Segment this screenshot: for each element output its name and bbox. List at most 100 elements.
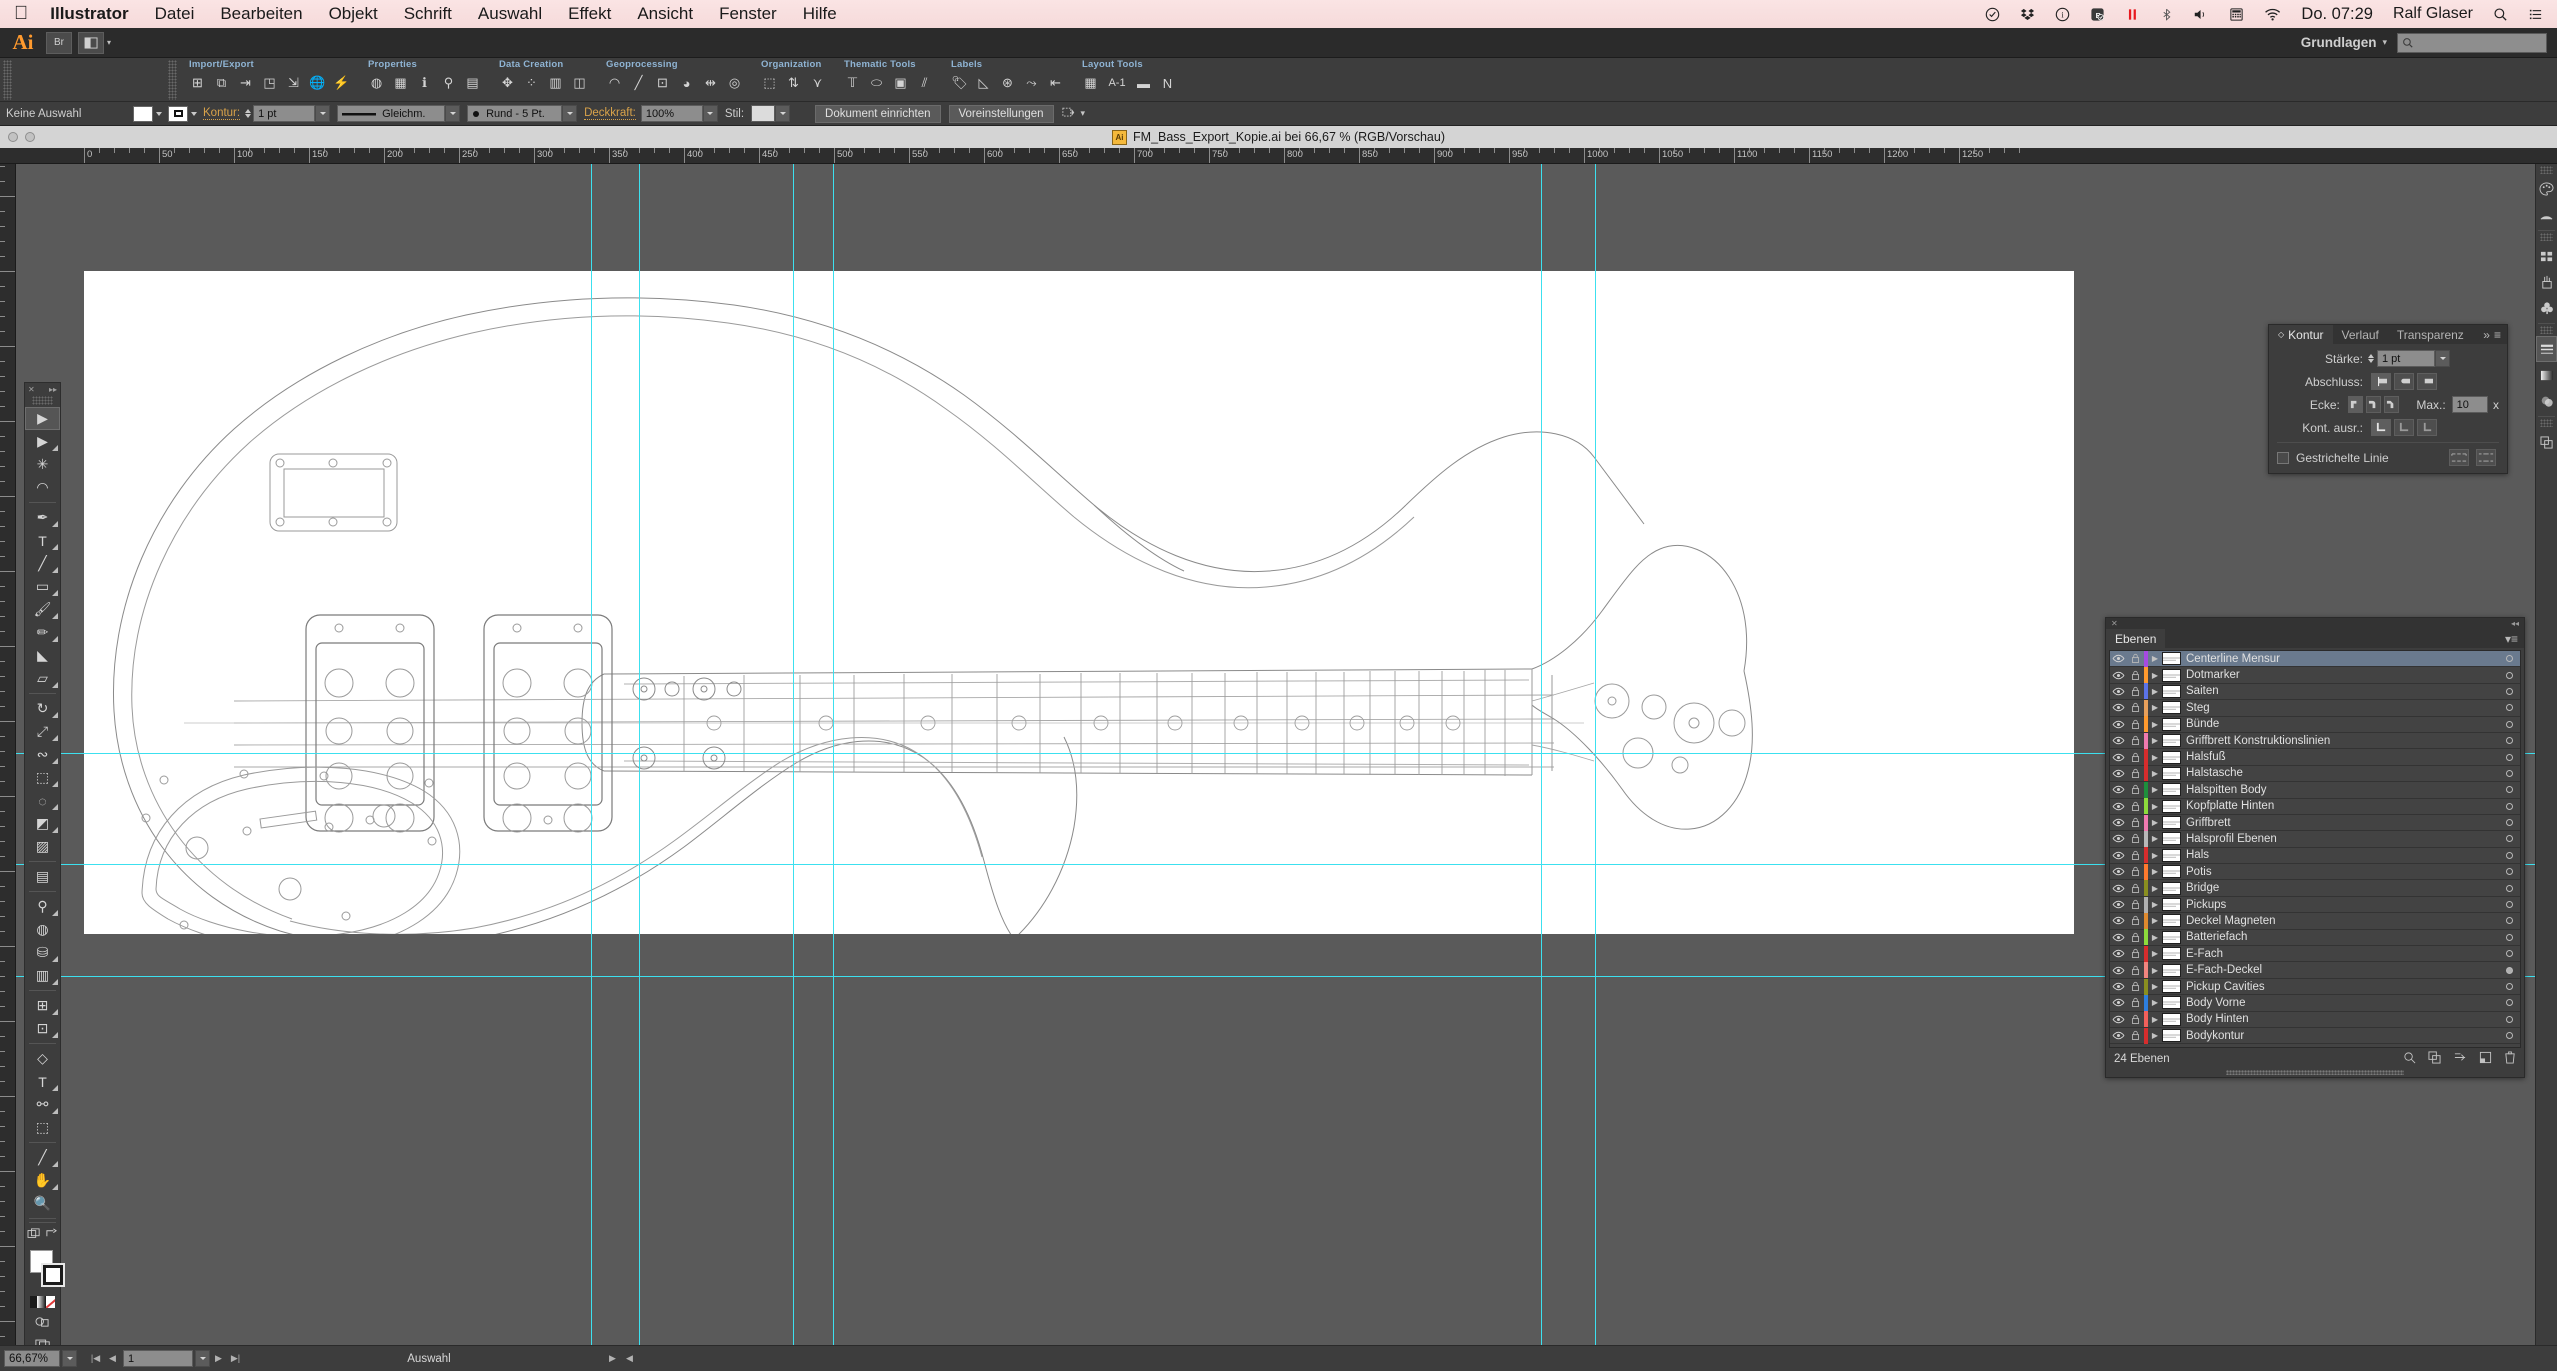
layer-visibility-icon[interactable] [2110, 949, 2127, 958]
color-palette-icon[interactable] [2536, 176, 2557, 202]
layer-lock-icon[interactable] [2127, 883, 2144, 894]
layers-close-icon[interactable]: ✕ [2111, 619, 2118, 628]
bridge-button[interactable]: Br [46, 31, 72, 54]
gradient-icon[interactable] [2536, 362, 2557, 388]
fill-stroke-control[interactable] [30, 1250, 65, 1294]
stroke-profile-dropdown[interactable] [445, 105, 461, 122]
clip-icon[interactable]: ⊡ [654, 75, 671, 92]
rotate-tool[interactable]: ↻ [25, 697, 60, 720]
zoom-tool[interactable]: 🔍 [25, 1192, 60, 1215]
delete-layer-icon[interactable] [2504, 1051, 2516, 1067]
projecting-cap-button[interactable] [2417, 373, 2437, 390]
tab-ebenen[interactable]: Ebenen [2106, 629, 2166, 648]
layer-visibility-icon[interactable] [2110, 736, 2127, 745]
round-cap-button[interactable] [2394, 373, 2414, 390]
layer-target-indicator[interactable] [2498, 687, 2520, 695]
layer-row[interactable]: ▶ Saiten [2110, 683, 2520, 701]
buffer-icon[interactable]: ◠ [606, 75, 623, 92]
tool-flyout-indicator[interactable] [52, 1009, 58, 1015]
menu-ansicht[interactable]: Ansicht [637, 4, 693, 24]
layer-row[interactable]: ▶ Halsfuß [2110, 749, 2520, 766]
layer-row[interactable]: ▶ E-Fach-Deckel [2110, 962, 2520, 979]
layer-expand-arrow[interactable]: ▶ [2148, 1015, 2162, 1024]
create-layer-icon[interactable] [2479, 1051, 2492, 1067]
layer-visibility-icon[interactable] [2110, 900, 2127, 909]
tool-flyout-indicator[interactable] [52, 567, 58, 573]
layer-row[interactable]: ▶ Griffbrett [2110, 814, 2520, 832]
quick-export-icon[interactable]: ⚡ [333, 75, 350, 92]
layer-name[interactable]: Body Vorne [2186, 997, 2498, 1009]
web-export-icon[interactable]: 🌐 [309, 75, 326, 92]
stroke-profile-control[interactable]: Gleichm. [337, 105, 461, 122]
last-artboard-icon[interactable]: ▶| [227, 1350, 244, 1367]
ellipse-thematic-icon[interactable]: ⬭ [868, 75, 885, 92]
layer-expand-arrow[interactable]: ▶ [2148, 687, 2162, 696]
layer-target-indicator[interactable] [2498, 999, 2520, 1007]
panel-menu-icon[interactable]: ≡ [2494, 328, 2501, 342]
layer-name[interactable]: Halsfuß [2186, 751, 2498, 763]
layer-expand-arrow[interactable]: ▶ [2148, 753, 2162, 762]
add-label-icon[interactable]: 🏷 [951, 75, 968, 92]
layer-target-indicator[interactable] [2498, 983, 2520, 990]
align-inside-stroke-button[interactable] [2394, 419, 2414, 436]
first-artboard-icon[interactable]: |◀ [87, 1350, 104, 1367]
pin-properties-icon[interactable]: ⚲ [440, 75, 457, 92]
layer-row[interactable]: ▶ Centerline Mensur [2110, 651, 2520, 668]
layer-visibility-icon[interactable] [2110, 916, 2127, 925]
layer-lock-icon[interactable] [2127, 932, 2144, 943]
layer-lock-icon[interactable] [2127, 1030, 2144, 1041]
layer-name[interactable]: Pickup Cavities [2186, 981, 2498, 993]
weight-input[interactable]: 1 pt [2377, 350, 2435, 367]
scale-tool[interactable]: ⤢ [25, 720, 60, 743]
info-circle-icon[interactable]: i [2055, 7, 2070, 22]
tools-collapse-icon[interactable]: ▸▸ [49, 385, 57, 394]
merge-icon[interactable]: ⇹ [702, 75, 719, 92]
line-segment-tool[interactable]: ╱ [25, 552, 60, 575]
opacity-label[interactable]: Deckkraft: [584, 107, 636, 120]
draw-mode-icon[interactable] [25, 1310, 60, 1333]
knife-tool[interactable]: ╱ [25, 1146, 60, 1169]
tool-flyout-indicator[interactable] [52, 781, 58, 787]
tool-flyout-indicator[interactable] [52, 712, 58, 718]
layer-expand-arrow[interactable]: ▶ [2148, 769, 2162, 778]
intersect-icon[interactable]: ◕ [678, 75, 695, 92]
layer-name[interactable]: Griffbrett Konstruktionslinien [2186, 735, 2498, 747]
vertical-guide[interactable] [591, 164, 592, 1345]
layer-name[interactable]: Halstasche [2186, 767, 2498, 779]
layer-target-indicator[interactable] [2498, 769, 2520, 777]
align-pixel-dropdown[interactable]: ▾ [1081, 108, 1086, 119]
brush-dropdown[interactable] [562, 105, 578, 122]
weight-dropdown[interactable] [2435, 350, 2450, 367]
toolbar-drag-grip[interactable] [3, 60, 12, 100]
stroke-weight-control[interactable]: 1 pt [245, 105, 331, 122]
layer-lock-icon[interactable] [2127, 653, 2144, 664]
status-mode-menu-icon[interactable]: ▶ [604, 1350, 621, 1367]
layer-lock-icon[interactable] [2127, 899, 2144, 910]
stroke-dropdown-arrow[interactable] [191, 111, 197, 116]
text-thematic-icon[interactable]: 𝕋 [844, 75, 861, 92]
tool-flyout-indicator[interactable] [52, 956, 58, 962]
tab-transparenz[interactable]: Transparenz [2388, 325, 2473, 344]
menu-effekt[interactable]: Effekt [568, 4, 611, 24]
tool-flyout-indicator[interactable] [52, 1085, 58, 1091]
layer-lock-icon[interactable] [2127, 702, 2144, 713]
layer-expand-arrow[interactable]: ▶ [2148, 671, 2162, 680]
artboard-number-input[interactable]: 1 [123, 1350, 193, 1367]
layer-visibility-icon[interactable] [2110, 753, 2127, 762]
round-join-button[interactable] [2366, 396, 2382, 413]
layer-lock-icon[interactable] [2127, 735, 2144, 746]
layer-target-indicator[interactable] [2498, 671, 2520, 679]
prev-artboard-icon[interactable]: ◀ [104, 1350, 121, 1367]
layer-name[interactable]: Batteriefach [2186, 931, 2498, 943]
table-create-icon[interactable]: ▥ [547, 75, 564, 92]
vertical-guide[interactable] [793, 164, 794, 1345]
layer-name[interactable]: Steg [2186, 702, 2498, 714]
tool-flyout-indicator[interactable] [52, 636, 58, 642]
chart-create-icon[interactable]: ◫ [571, 75, 588, 92]
ruler-icon[interactable]: ▬ [1135, 75, 1152, 92]
color-mode-row[interactable] [30, 1296, 56, 1308]
bluetooth-icon[interactable] [2160, 7, 2173, 22]
layer-name[interactable]: Bridge [2186, 882, 2498, 894]
opacity-control[interactable]: 100% [640, 105, 718, 122]
label-path-icon[interactable]: ⤳ [1023, 75, 1040, 92]
